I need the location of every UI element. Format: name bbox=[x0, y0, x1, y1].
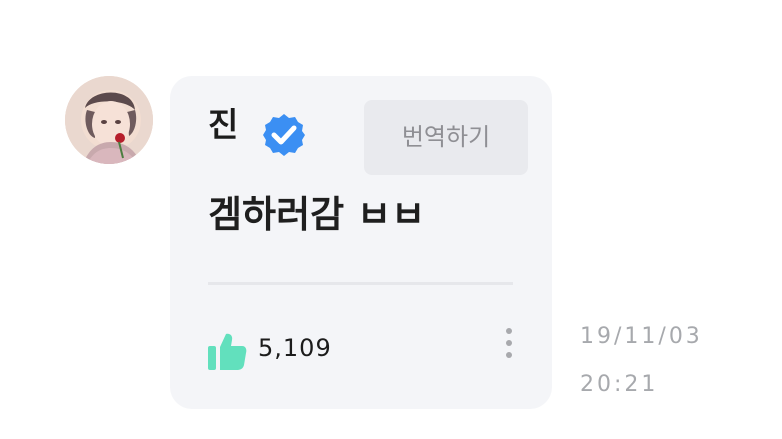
divider bbox=[208, 282, 513, 285]
message-date: 19/11/03 bbox=[580, 324, 703, 349]
more-vertical-icon[interactable] bbox=[500, 328, 518, 368]
like-count: 5,109 bbox=[258, 334, 332, 362]
avatar-image bbox=[65, 76, 153, 164]
verified-check-icon bbox=[263, 114, 305, 156]
avatar[interactable] bbox=[65, 76, 153, 164]
message-bubble: 진 번역하기 겜하러감 ㅂㅂ 5,109 bbox=[170, 76, 552, 409]
author-name: 진 bbox=[208, 105, 239, 144]
message-text: 겜하러감 ㅂㅂ bbox=[208, 193, 426, 236]
translate-button[interactable]: 번역하기 bbox=[364, 100, 528, 175]
message-time: 20:21 bbox=[580, 372, 659, 397]
thumbs-up-icon[interactable] bbox=[206, 330, 248, 372]
